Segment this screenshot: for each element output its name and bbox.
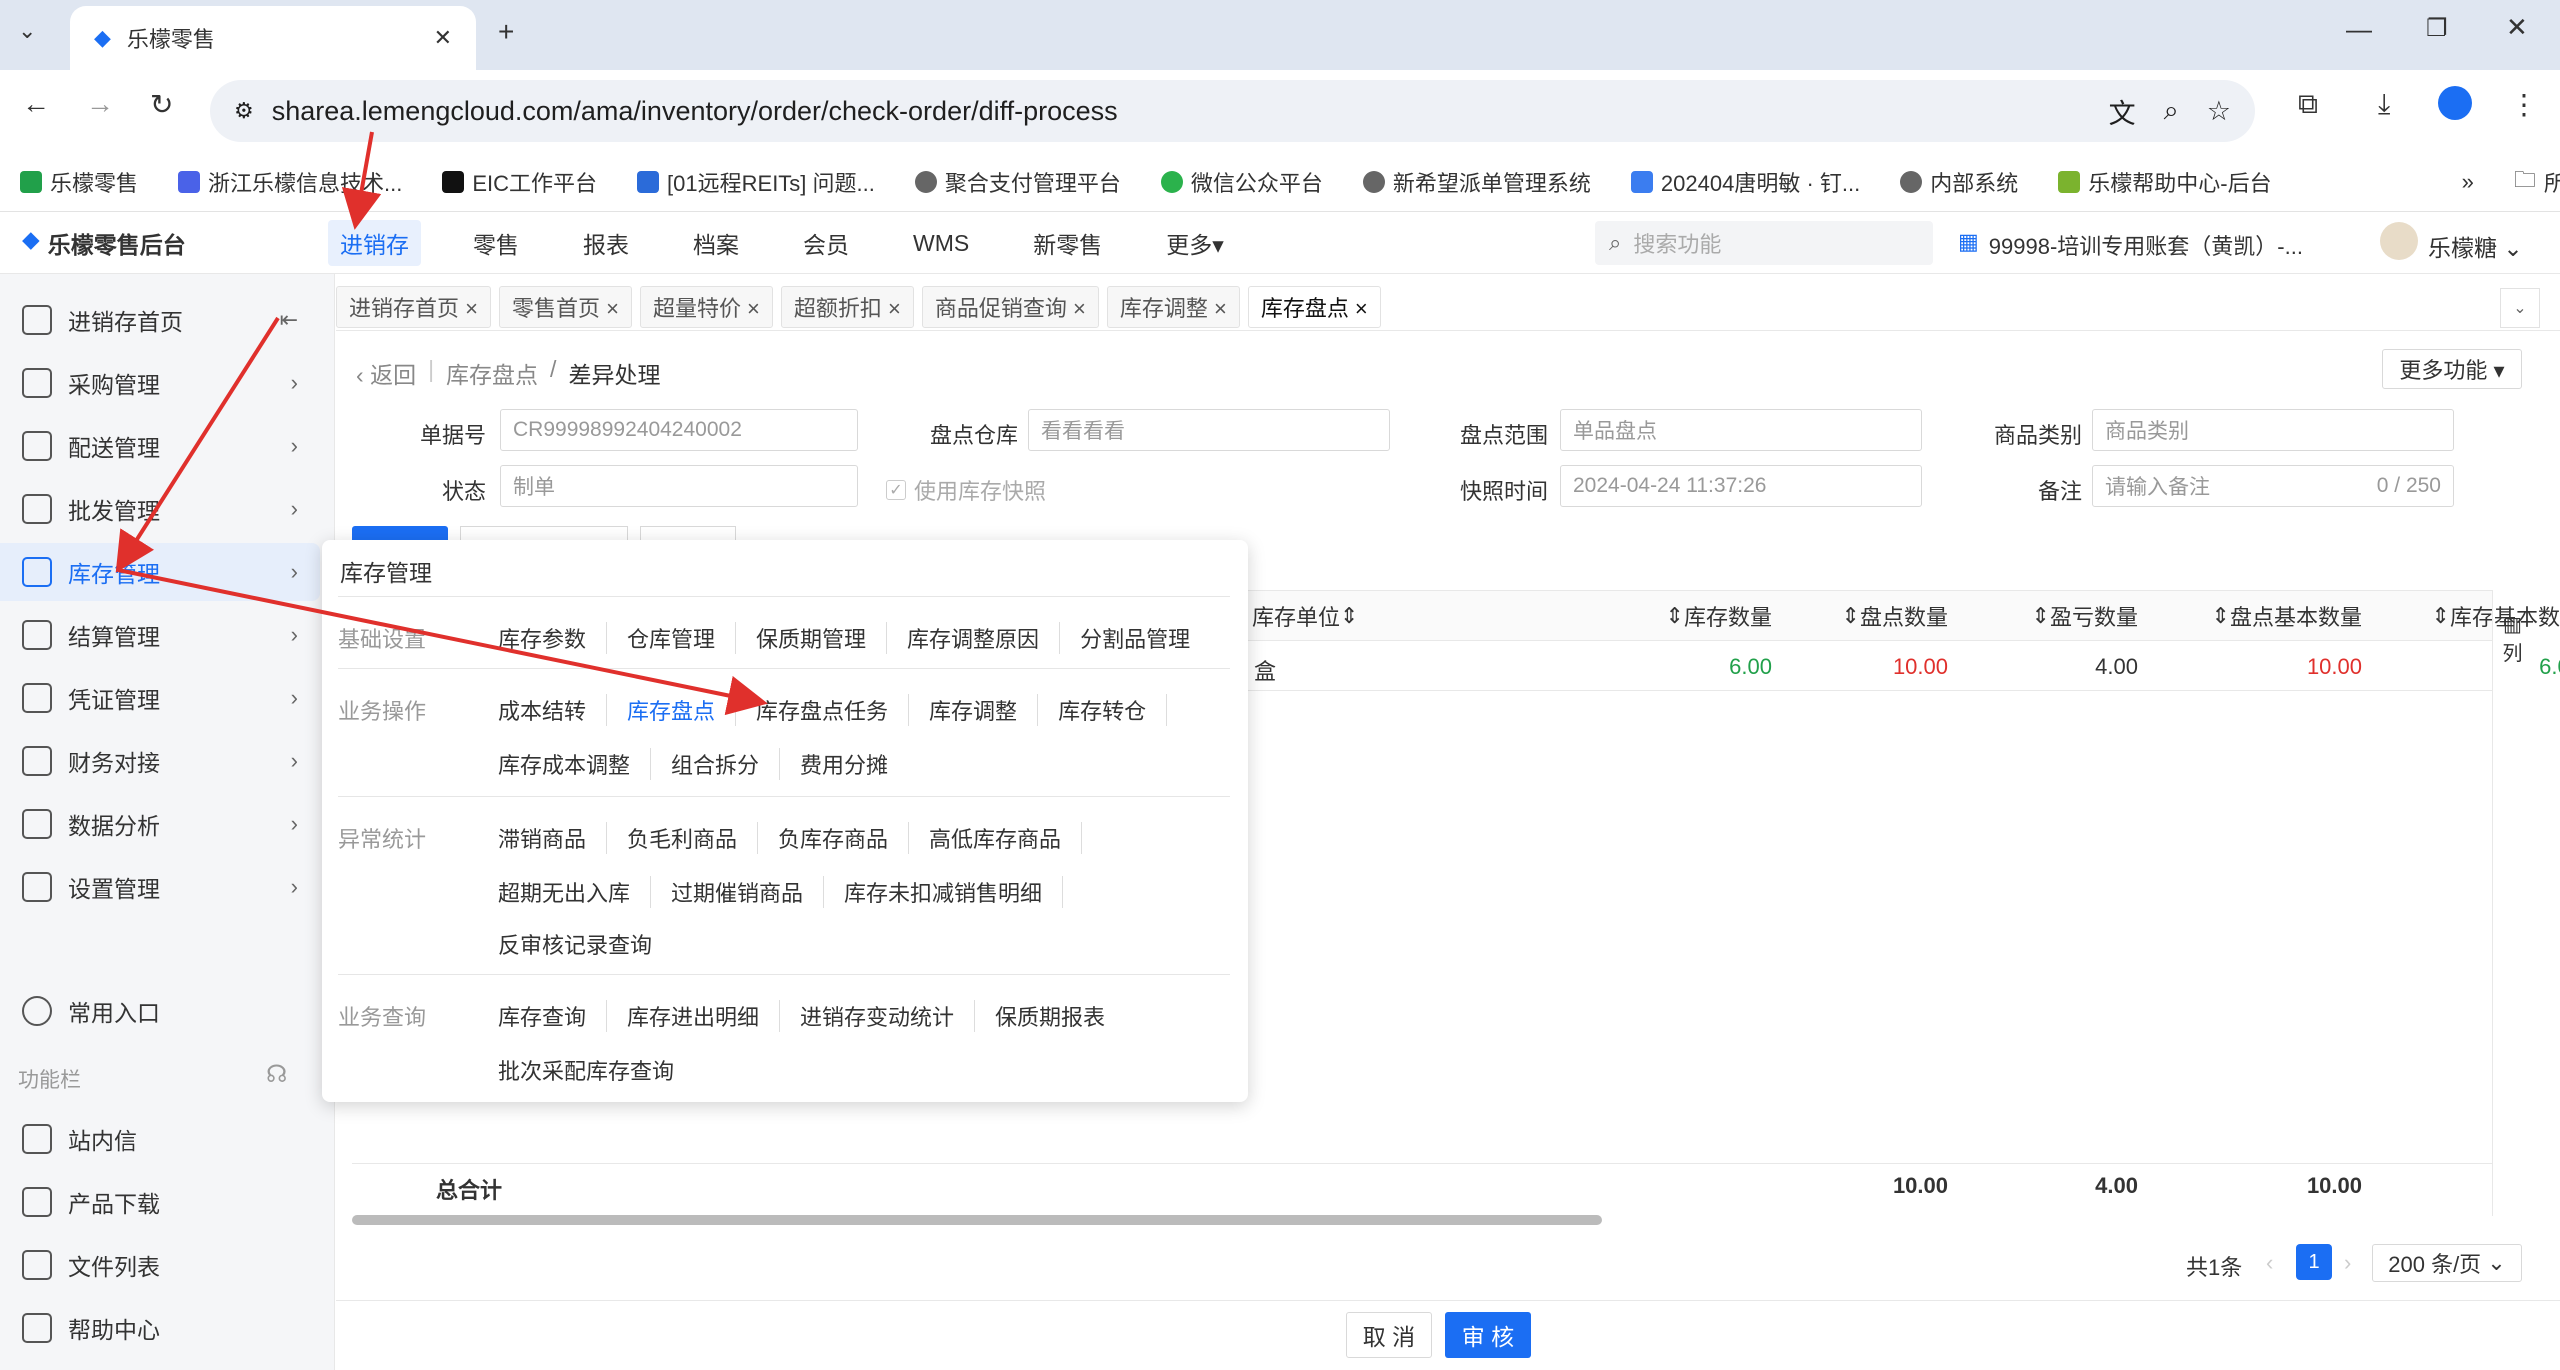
arrow-to-stock-check bbox=[117, 568, 768, 716]
annotation-arrows bbox=[115, 131, 768, 716]
arrow-to-jxc bbox=[341, 131, 382, 230]
arrow-to-inventory bbox=[115, 316, 280, 573]
